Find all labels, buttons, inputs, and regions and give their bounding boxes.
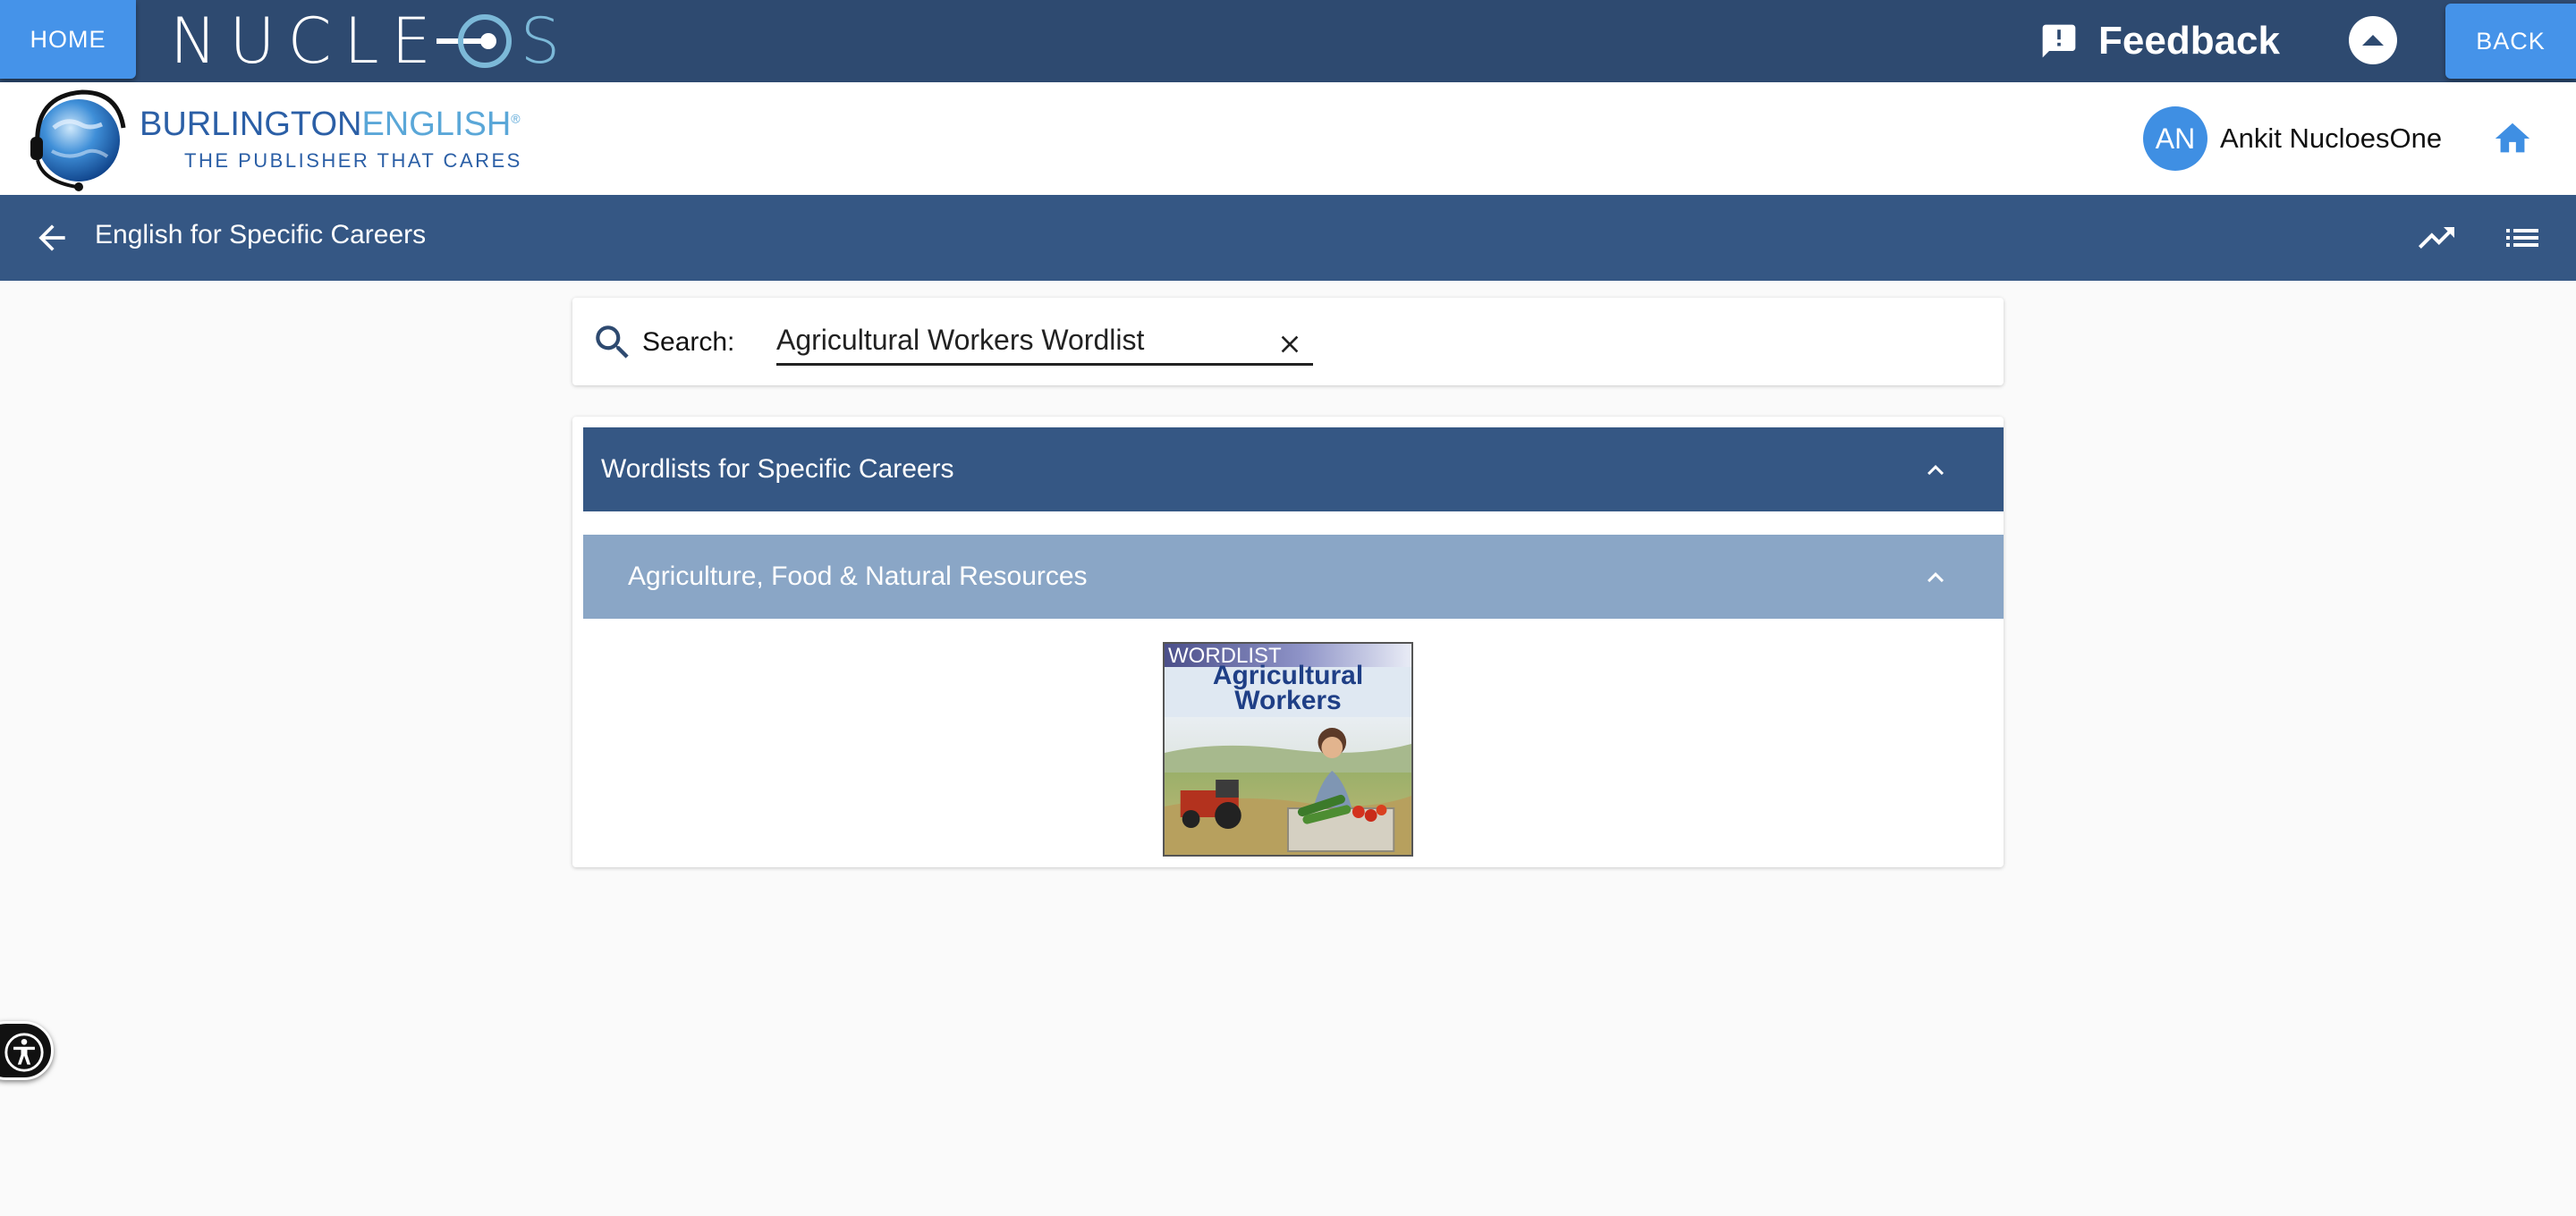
farm-photo [1165,717,1411,855]
close-icon[interactable] [1275,330,1304,359]
section-header[interactable]: Wordlists for Specific Careers [583,427,2004,511]
subsection-title: Agriculture, Food & Natural Resources [628,562,1088,591]
subsection-header[interactable]: Agriculture, Food & Natural Resources [583,535,2004,619]
brand-name-bold: BURLINGTON [140,105,362,143]
course-toolbar: English for Specific Careers [0,195,2576,281]
user-menu[interactable]: AN Ankit NucloesOne [2143,106,2442,171]
accessibility-button[interactable] [0,1021,54,1080]
brand-name-light: ENGLISH [361,105,512,143]
home-icon[interactable] [2492,118,2533,159]
avatar[interactable]: AN [2143,106,2207,171]
section-title: Wordlists for Specific Careers [601,454,954,484]
trending-up-icon[interactable] [2415,216,2458,259]
globe-headset-logo [30,89,126,191]
feedback-button[interactable]: Feedback [2039,13,2280,70]
logo-text-main: NUCLE [170,4,444,78]
feedback-icon [2042,24,2076,58]
search-label: Search: [642,327,735,357]
tile-title: Agricultural Workers [1165,663,1411,714]
home-button[interactable]: HOME [0,0,136,79]
feedback-label: Feedback [2098,19,2280,63]
tile-title-line2: Workers [1234,686,1342,715]
logo-text-end: S [520,4,573,78]
brand-tagline: THE PUBLISHER THAT CARES [184,148,522,172]
course-title: English for Specific Careers [95,220,427,249]
user-name[interactable]: Ankit NucloesOne [2220,122,2442,155]
arrow-back-icon[interactable] [32,218,72,258]
search-input[interactable] [776,319,1259,360]
back-button[interactable]: BACK [2445,4,2576,79]
accessibility-icon [4,1033,44,1072]
nucleos-logo: NUCLE S [170,4,572,78]
wordlist-tile[interactable]: WORDLIST Agricultural Workers [1163,642,1413,857]
search-icon [596,325,629,359]
scroll-up-icon [2362,35,2384,46]
chevron-up-icon[interactable] [1919,562,1952,594]
list-icon[interactable] [2501,216,2544,259]
logo-o-icon [436,14,512,68]
tile-title-line1: Agricultural [1212,661,1364,690]
chevron-up-icon[interactable] [1919,454,1952,486]
top-app-bar: HOME NUCLE S Feedback BACK [0,0,2576,82]
search-card: Search: [572,298,2004,385]
scroll-up-button[interactable] [2349,16,2397,64]
brand-name: BURLINGTONENGLISH® [140,106,522,144]
brand-header: BURLINGTONENGLISH® THE PUBLISHER THAT CA… [0,82,2576,195]
search-field [776,319,1313,366]
registered-mark: ® [511,110,521,125]
results-card: Wordlists for Specific Careers Agricultu… [572,417,2004,867]
burlington-logo: BURLINGTONENGLISH® THE PUBLISHER THAT CA… [27,82,522,195]
